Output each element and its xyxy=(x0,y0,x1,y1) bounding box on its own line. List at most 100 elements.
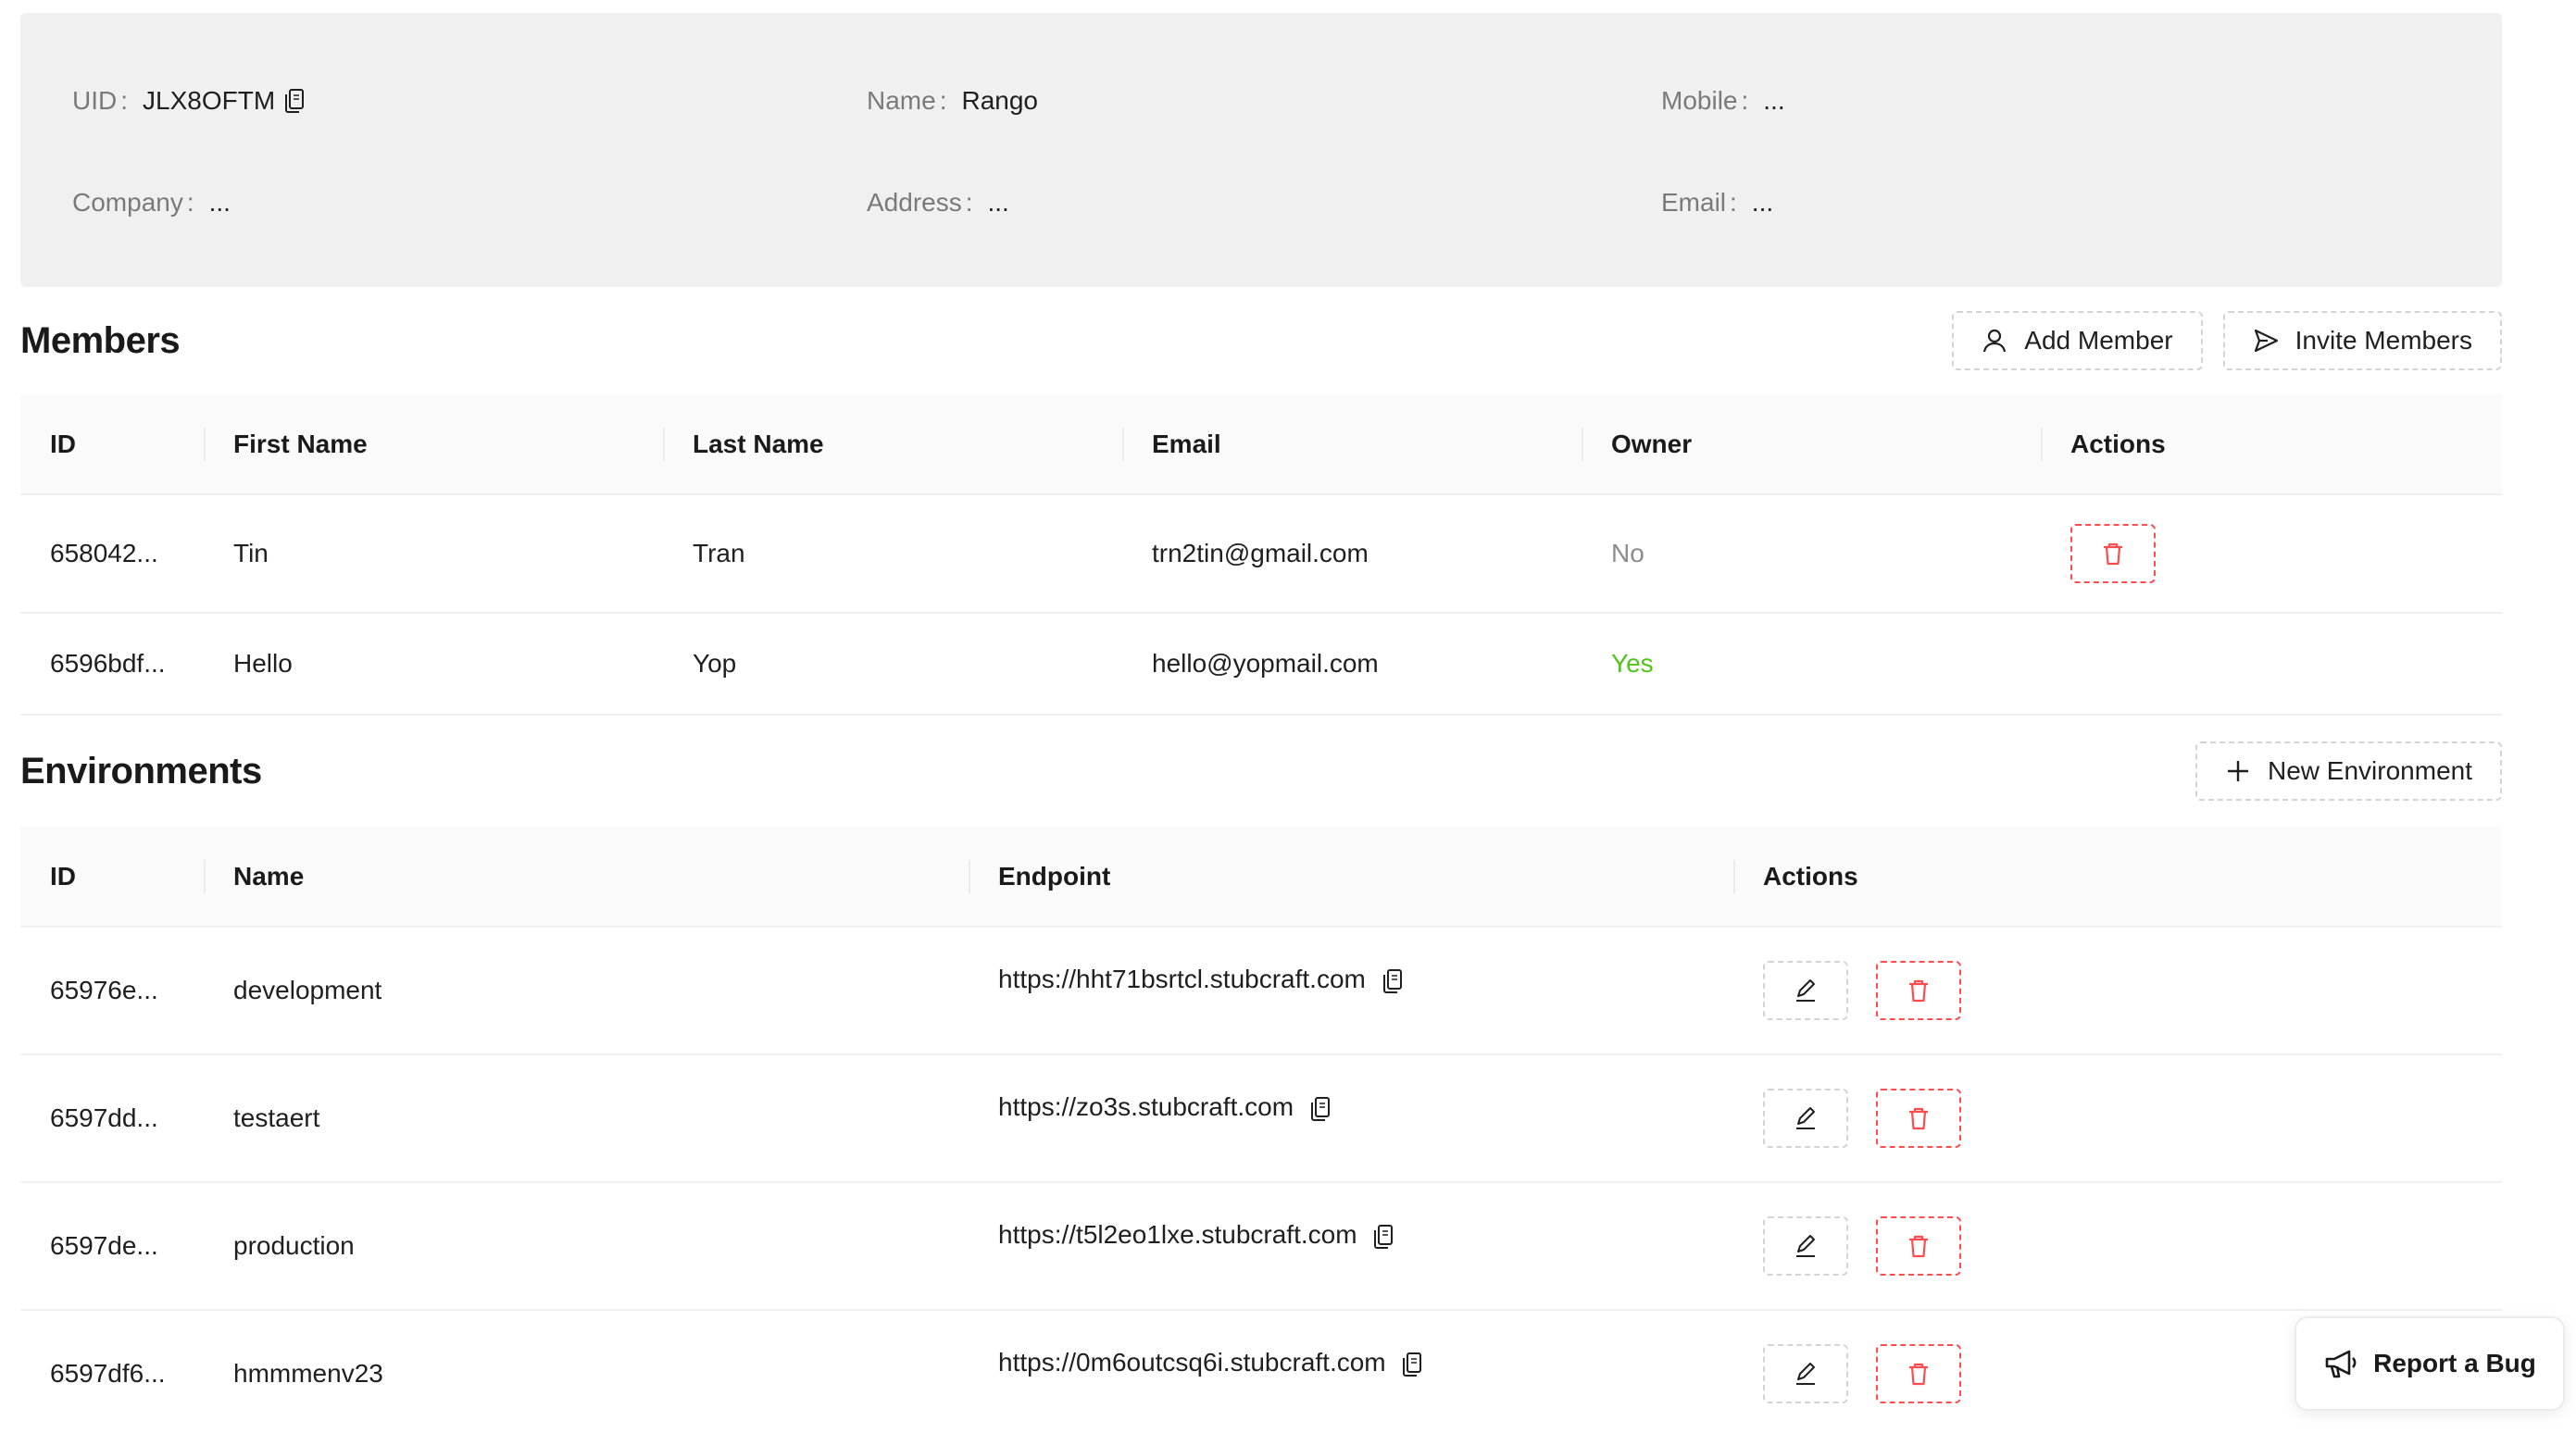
environment-id: 6597de... xyxy=(20,1182,204,1311)
delete-environment-button[interactable] xyxy=(1876,1089,1961,1148)
environment-actions xyxy=(1733,1182,2502,1311)
member-last-name: Tran xyxy=(663,494,1122,614)
table-row: 658042... Tin Tran trn2tin@gmail.com No xyxy=(20,494,2502,614)
delete-member-button[interactable] xyxy=(2070,524,2156,583)
environment-endpoint-cell: https://zo3s.stubcraft.com xyxy=(969,1054,1733,1183)
email-value: ... xyxy=(1751,188,1774,217)
info-name: Name: Rango xyxy=(867,50,1661,152)
environment-endpoint-cell: https://0m6outcsq6i.stubcraft.com xyxy=(969,1310,1733,1433)
invite-members-button[interactable]: Invite Members xyxy=(2222,311,2502,370)
name-value: Rango xyxy=(961,86,1038,115)
member-first-name: Hello xyxy=(204,613,663,716)
add-member-label: Add Member xyxy=(2024,326,2173,355)
environments-table: ID Name Endpoint Actions 65976e... devel… xyxy=(20,827,2502,1433)
column-header: ID xyxy=(20,394,204,495)
info-address: Address: ... xyxy=(867,152,1661,254)
environment-name: production xyxy=(204,1182,969,1311)
trash-icon xyxy=(1909,1363,1928,1386)
company-label: Company xyxy=(72,188,183,217)
company-detail-page: UID: JLX8OFTM Name: Rango Mobile: ... Co… xyxy=(0,0,2576,1433)
member-owner: Yes xyxy=(1582,613,2041,716)
environment-action-group xyxy=(1763,1089,2472,1148)
edit-environment-button[interactable] xyxy=(1763,961,1848,1020)
column-header: ID xyxy=(20,827,204,928)
address-colon: : xyxy=(965,188,973,217)
delete-environment-button[interactable] xyxy=(1876,1344,1961,1403)
address-label: Address xyxy=(867,188,962,217)
edit-icon xyxy=(1796,979,1815,1002)
table-row: 65976e... development https://hht71bsrtc… xyxy=(20,927,2502,1055)
email-colon: : xyxy=(1730,188,1737,217)
company-value: ... xyxy=(208,188,231,217)
email-label: Email xyxy=(1661,188,1727,217)
trash-icon xyxy=(1909,1235,1928,1258)
member-actions xyxy=(2041,494,2502,614)
environment-actions xyxy=(1733,927,2502,1055)
members-table: ID First Name Last Name Email Owner Acti… xyxy=(20,394,2502,716)
mobile-value: ... xyxy=(1763,86,1785,115)
environment-id: 65976e... xyxy=(20,927,204,1055)
info-company: Company: ... xyxy=(72,152,867,254)
edit-icon xyxy=(1796,1363,1815,1385)
column-header: Owner xyxy=(1582,394,2041,495)
mobile-label: Mobile xyxy=(1661,86,1738,115)
info-uid: UID: JLX8OFTM xyxy=(72,50,867,152)
column-header: Name xyxy=(204,827,969,928)
info-mobile: Mobile: ... xyxy=(1661,50,2456,152)
member-owner: No xyxy=(1582,494,2041,614)
delete-environment-button[interactable] xyxy=(1876,961,1961,1020)
member-email: hello@yopmail.com xyxy=(1122,613,1582,716)
environments-header: Environments New Environment xyxy=(20,716,2502,827)
copy-icon[interactable] xyxy=(1402,1352,1422,1377)
environment-action-group xyxy=(1763,961,2472,1020)
environment-id: 6597dd... xyxy=(20,1054,204,1183)
environment-endpoint: https://0m6outcsq6i.stubcraft.com xyxy=(998,1348,1386,1377)
copy-icon[interactable] xyxy=(284,88,305,114)
trash-icon xyxy=(1909,1107,1928,1130)
table-row: 6597dd... testaert https://zo3s.stubcraf… xyxy=(20,1054,2502,1183)
send-icon xyxy=(2254,329,2278,353)
name-colon: : xyxy=(939,86,947,115)
table-row: 6597df6... hmmmenv23 https://0m6outcsq6i… xyxy=(20,1310,2502,1433)
info-email: Email: ... xyxy=(1661,152,2456,254)
edit-environment-button[interactable] xyxy=(1763,1216,1848,1276)
column-header: First Name xyxy=(204,394,663,495)
trash-icon xyxy=(1909,979,1928,1003)
environment-name: testaert xyxy=(204,1054,969,1183)
column-header: Actions xyxy=(2041,394,2502,495)
column-header: Email xyxy=(1122,394,1582,495)
environment-endpoint: https://zo3s.stubcraft.com xyxy=(998,1092,1294,1121)
member-actions xyxy=(2041,613,2502,716)
table-row: 6596bdf... Hello Yop hello@yopmail.com Y… xyxy=(20,613,2502,716)
environments-header-row: ID Name Endpoint Actions xyxy=(20,827,2502,928)
mobile-colon: : xyxy=(1741,86,1749,115)
environment-name: hmmmenv23 xyxy=(204,1310,969,1433)
delete-environment-button[interactable] xyxy=(1876,1216,1961,1276)
uid-value: JLX8OFTM xyxy=(143,86,276,115)
column-header: Endpoint xyxy=(969,827,1733,928)
column-header: Last Name xyxy=(663,394,1122,495)
copy-icon[interactable] xyxy=(1310,1096,1331,1122)
environment-endpoint: https://t5l2eo1lxe.stubcraft.com xyxy=(998,1220,1357,1249)
environment-actions xyxy=(1733,1054,2502,1183)
address-value: ... xyxy=(987,188,1009,217)
add-member-button[interactable]: Add Member xyxy=(1952,311,2203,370)
edit-environment-button[interactable] xyxy=(1763,1089,1848,1148)
plus-icon xyxy=(2228,761,2249,781)
copy-icon[interactable] xyxy=(1382,968,1403,994)
report-bug-label: Report a Bug xyxy=(2373,1349,2536,1377)
invite-members-label: Invite Members xyxy=(2295,326,2472,355)
user-icon xyxy=(1983,329,2007,353)
edit-environment-button[interactable] xyxy=(1763,1344,1848,1403)
report-bug-button[interactable]: Report a Bug xyxy=(2295,1316,2565,1411)
members-header: Members Add Member Invite Members xyxy=(20,287,2502,394)
copy-icon[interactable] xyxy=(1373,1224,1394,1250)
company-info-panel: UID: JLX8OFTM Name: Rango Mobile: ... Co… xyxy=(20,13,2502,287)
name-label: Name xyxy=(867,86,936,115)
member-id: 6596bdf... xyxy=(20,613,204,716)
new-environment-button[interactable]: New Environment xyxy=(2195,741,2502,801)
column-header: Actions xyxy=(1733,827,2502,928)
company-colon: : xyxy=(186,188,194,217)
member-last-name: Yop xyxy=(663,613,1122,716)
environment-endpoint: https://hht71bsrtcl.stubcraft.com xyxy=(998,965,1366,993)
